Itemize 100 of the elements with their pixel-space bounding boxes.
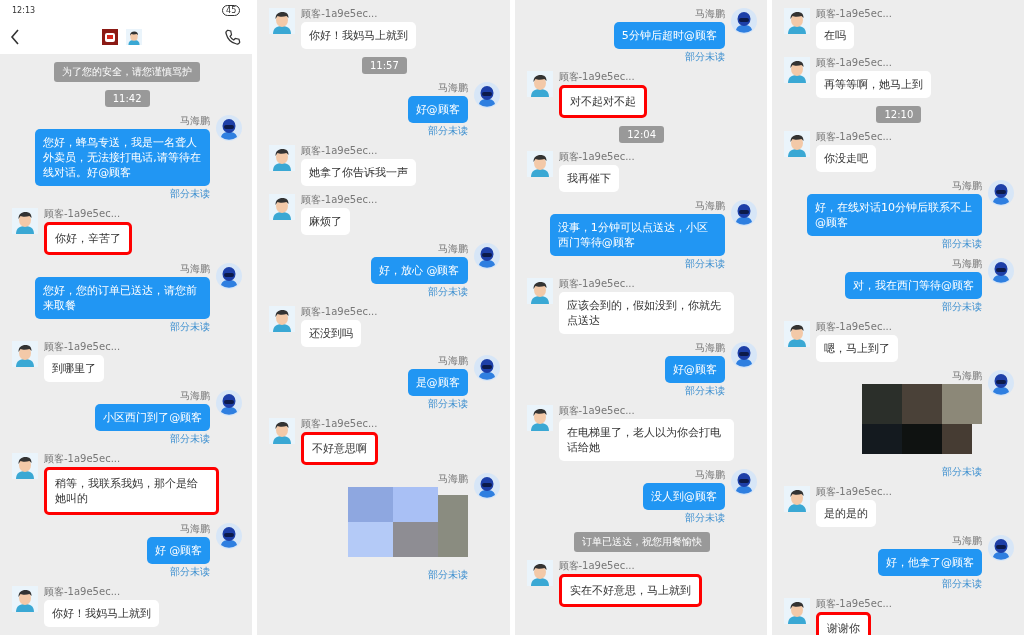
message-bubble: 您好，您的订单已送达，请您前来取餐 xyxy=(35,277,211,319)
courier-avatar-icon xyxy=(216,263,243,289)
user-avatar-icon xyxy=(12,341,38,367)
message-bubble: 好@顾客 xyxy=(407,96,468,123)
user-avatar-icon xyxy=(526,405,553,431)
courier-avatar-icon xyxy=(730,469,757,495)
user-avatar-icon xyxy=(269,145,296,171)
read-status: 部分未读 xyxy=(684,512,725,524)
sender-name: 马海鹏 xyxy=(180,115,211,127)
sender-name: 马海鹏 xyxy=(952,258,982,270)
sender-name: 马海鹏 xyxy=(694,200,725,212)
courier-avatar-icon xyxy=(730,200,757,226)
user-avatar-icon xyxy=(783,8,810,34)
message-bubble: 在电梯里了，老人以为你会打电话给她 xyxy=(558,419,734,461)
courier-avatar-icon xyxy=(473,355,500,381)
sender-name: 顾客-1a9e5ec... xyxy=(815,57,892,69)
courier-avatar-icon xyxy=(730,342,757,368)
message-bubble: 没事，1分钟可以点送达，小区西门等待@顾客 xyxy=(549,214,725,256)
user-avatar-icon xyxy=(526,71,553,97)
highlighted-message-bubble: 对不起对不起 xyxy=(558,85,647,118)
read-status: 部分未读 xyxy=(684,385,725,397)
message-bubble: 还没到吗 xyxy=(301,320,362,347)
system-notice: 订单已送达，祝您用餐愉快 xyxy=(573,532,710,552)
sender-name: 马海鹏 xyxy=(952,370,982,382)
sender-name: 马海鹏 xyxy=(180,263,211,275)
message-bubble: 麻烦了 xyxy=(301,208,351,235)
phone-icon[interactable] xyxy=(224,28,243,46)
user-avatar-icon xyxy=(526,151,553,177)
sender-name: 顾客-1a9e5ec... xyxy=(558,405,635,417)
sender-name: 马海鹏 xyxy=(180,523,211,535)
sender-name: 马海鹏 xyxy=(437,243,468,255)
message-bubble: 你好！我妈马上就到 xyxy=(301,22,417,49)
user-avatar-icon xyxy=(12,208,38,234)
sender-name: 顾客-1a9e5ec... xyxy=(558,560,635,572)
user-avatar-icon xyxy=(269,194,296,220)
sender-name: 顾客-1a9e5ec... xyxy=(558,151,635,163)
courier-avatar-icon xyxy=(988,258,1014,284)
read-status: 部分未读 xyxy=(427,398,468,410)
message-bubble: 再等等啊，她马上到 xyxy=(815,71,931,98)
courier-avatar-icon xyxy=(216,523,243,549)
courier-avatar-icon xyxy=(216,115,243,141)
message-bubble: 小区西门到了@顾客 xyxy=(95,404,211,431)
message-bubble: 到哪里了 xyxy=(44,355,104,382)
user-avatar-icon xyxy=(783,57,810,83)
user-avatar-icon xyxy=(526,278,553,304)
highlighted-message-bubble: 你好，辛苦了 xyxy=(44,222,132,255)
read-status: 部分未读 xyxy=(170,321,211,333)
sender-name: 马海鹏 xyxy=(694,8,725,20)
read-status: 部分未读 xyxy=(427,569,468,581)
read-status: 部分未读 xyxy=(170,566,211,578)
courier-avatar-icon xyxy=(473,243,500,269)
message-bubble: 我再催下 xyxy=(558,165,619,192)
user-avatar-icon xyxy=(783,486,810,512)
user-avatar-icon xyxy=(526,560,553,586)
sender-name: 马海鹏 xyxy=(952,180,982,192)
user-avatar-icon xyxy=(783,598,810,624)
sender-name: 顾客-1a9e5ec... xyxy=(558,71,635,83)
message-bubble: 对，我在西门等待@顾客 xyxy=(845,272,982,299)
read-status: 部分未读 xyxy=(942,578,982,590)
message-bubble: 是@顾客 xyxy=(407,369,468,396)
system-notice: 为了您的安全，请您谨慎骂护 xyxy=(54,62,201,82)
sender-name: 顾客-1a9e5ec... xyxy=(44,453,121,465)
courier-avatar-icon xyxy=(473,82,500,108)
courier-avatar-icon xyxy=(988,370,1014,396)
sender-name: 顾客-1a9e5ec... xyxy=(815,8,892,20)
timestamp: 12:10 xyxy=(876,106,922,123)
highlighted-message-bubble: 不好意思啊 xyxy=(301,432,379,465)
read-status: 部分未读 xyxy=(427,125,468,137)
read-status: 部分未读 xyxy=(942,301,982,313)
shop-logo-icon xyxy=(102,29,119,45)
courier-avatar-icon xyxy=(216,390,243,416)
message-bubble: 好，他拿了@顾客 xyxy=(878,549,982,576)
message-bubble: 好，在线对话10分钟后联系不上@顾客 xyxy=(807,194,982,236)
sender-name: 马海鹏 xyxy=(437,473,468,485)
sender-name: 顾客-1a9e5ec... xyxy=(301,194,378,206)
sender-name: 马海鹏 xyxy=(694,342,725,354)
user-avatar-icon xyxy=(269,418,296,444)
message-bubble: 是的是的 xyxy=(815,500,876,527)
sender-name: 顾客-1a9e5ec... xyxy=(301,306,378,318)
timestamp: 11:42 xyxy=(104,90,150,107)
user-avatar-icon xyxy=(783,321,810,347)
sender-name: 顾客-1a9e5ec... xyxy=(44,586,121,598)
sender-name: 顾客-1a9e5ec... xyxy=(815,598,892,610)
read-status: 部分未读 xyxy=(427,286,468,298)
message-bubble: 你好！我妈马上就到 xyxy=(44,600,159,627)
sender-name: 马海鹏 xyxy=(437,82,468,94)
timestamp: 12:04 xyxy=(619,126,665,143)
message-bubble: 好 @顾客 xyxy=(146,537,211,564)
courier-avatar-icon xyxy=(988,535,1014,561)
user-avatar-icon xyxy=(12,453,38,479)
sender-name: 顾客-1a9e5ec... xyxy=(44,341,121,353)
highlighted-message-bubble: 稍等，我联系我妈，那个是给她叫的 xyxy=(44,467,219,515)
sender-name: 顾客-1a9e5ec... xyxy=(815,131,892,143)
courier-avatar-icon xyxy=(988,180,1014,206)
timestamp: 11:57 xyxy=(361,57,407,74)
courier-avatar-icon xyxy=(473,473,500,499)
sender-name: 顾客-1a9e5ec... xyxy=(815,486,892,498)
read-status: 部分未读 xyxy=(170,188,211,200)
message-bubble: 嗯，马上到了 xyxy=(815,335,898,362)
back-icon[interactable] xyxy=(10,29,20,45)
